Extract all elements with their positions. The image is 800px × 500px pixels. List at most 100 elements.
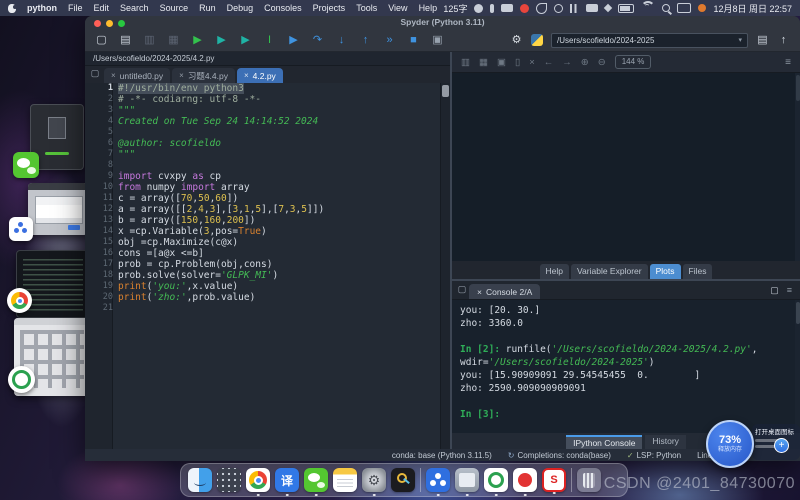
search-icon[interactable]: [662, 4, 670, 12]
close-tab-icon[interactable]: ×: [179, 71, 184, 80]
code-area[interactable]: 1#!/usr/bin/env python32# -*- codiarng: …: [86, 83, 450, 449]
dock-notes-icon[interactable]: [333, 468, 357, 492]
menu-consoles[interactable]: Consoles: [264, 3, 302, 13]
menu-file[interactable]: File: [68, 3, 83, 13]
dock-settings-icon[interactable]: ⚙: [362, 468, 386, 492]
dock-keychain-icon[interactable]: [391, 468, 415, 492]
plots-options-menu-icon[interactable]: ≡: [785, 57, 791, 68]
copy-plot-icon[interactable]: ▣: [497, 57, 506, 68]
user-icon[interactable]: [474, 4, 483, 13]
console-output[interactable]: you: [20. 30.]zho: 3360.0 In [2]: runfil…: [452, 300, 800, 433]
plots-zoom-level[interactable]: 144 %: [615, 55, 652, 69]
dock-launchpad-icon[interactable]: [217, 468, 241, 492]
editor-scrollbar[interactable]: [440, 83, 450, 449]
step-out-icon[interactable]: ↑: [359, 29, 372, 51]
zoom-in-icon[interactable]: ⊕: [581, 57, 589, 68]
window-titlebar[interactable]: Spyder (Python 3.11): [85, 16, 800, 29]
mic-icon[interactable]: [490, 4, 494, 13]
nutstore-badge-icon[interactable]: [9, 217, 33, 241]
editor-tab-习题4-4-py[interactable]: ×习题4.4.py: [172, 68, 235, 83]
menu-source[interactable]: Source: [160, 3, 189, 13]
stop-debug-icon[interactable]: ■: [407, 29, 420, 51]
bluetooth-icon[interactable]: [604, 4, 612, 12]
editor-scrollbar-thumb[interactable]: [442, 85, 449, 97]
console-scrollbar[interactable]: [795, 300, 800, 433]
run-selection-icon[interactable]: I: [263, 29, 276, 51]
popup-title[interactable]: 打开桌面图标: [755, 426, 797, 436]
input-method-indicator[interactable]: 125字: [443, 2, 467, 15]
close-console-icon[interactable]: ×: [477, 287, 482, 297]
dock-green-app-icon[interactable]: [484, 468, 508, 492]
run-cell-icon[interactable]: ▶: [215, 29, 228, 51]
editor-tab-4-2-py[interactable]: ×4.2.py: [237, 68, 283, 83]
dock-wechat-icon[interactable]: [304, 468, 328, 492]
continue-execution-icon[interactable]: »: [383, 29, 396, 51]
browse-directory-icon[interactable]: ▤: [756, 29, 769, 51]
wifi-icon[interactable]: [641, 1, 655, 15]
close-tab-icon[interactable]: ×: [111, 71, 116, 80]
dock-gallery-app-icon[interactable]: [455, 468, 479, 492]
browse-tabs-icon[interactable]: ▢: [88, 68, 102, 81]
dock-finder-icon[interactable]: [188, 468, 212, 492]
console-browse-tabs-icon[interactable]: ▢: [455, 284, 469, 297]
chrome-badge-icon[interactable]: [7, 288, 32, 313]
cloud-icon[interactable]: [554, 4, 563, 13]
previous-plot-icon[interactable]: ←: [544, 57, 554, 68]
dock-translator-icon[interactable]: 译: [275, 468, 299, 492]
step-over-icon[interactable]: ↷: [311, 29, 324, 51]
keyboard-icon[interactable]: [501, 4, 513, 12]
next-plot-icon[interactable]: →: [562, 57, 572, 68]
remove-plot-icon[interactable]: ▯: [515, 57, 520, 68]
console-options-menu-icon[interactable]: ≡: [787, 285, 792, 296]
save-icon[interactable]: ▥: [143, 29, 156, 51]
remove-all-plots-icon[interactable]: ×: [529, 57, 535, 68]
close-tab-icon[interactable]: ×: [244, 71, 249, 80]
columns-icon[interactable]: [570, 4, 579, 13]
save-all-icon[interactable]: ▦: [167, 29, 180, 51]
widget-add-button[interactable]: +: [774, 438, 789, 453]
python-path-icon[interactable]: [531, 34, 543, 46]
apple-menu-icon[interactable]: [8, 4, 16, 13]
save-all-plots-icon[interactable]: ▦: [479, 57, 488, 68]
maximize-pane-icon[interactable]: ▣: [431, 29, 444, 51]
code-editor[interactable]: 1#!/usr/bin/env python32# -*- codiarng: …: [85, 83, 450, 449]
dock-chrome-icon[interactable]: [246, 468, 270, 492]
plots-scrollbar-thumb[interactable]: [796, 75, 800, 101]
working-directory-select[interactable]: /Users/scofieldo/2024-2025 ▾: [551, 33, 748, 48]
zoom-window-button[interactable]: [118, 20, 125, 27]
open-file-icon[interactable]: ▤: [119, 29, 132, 51]
run-file-icon[interactable]: ▶: [191, 29, 204, 51]
conda-env-status[interactable]: conda: base (Python 3.11.5): [392, 451, 492, 460]
plots-content[interactable]: [452, 73, 800, 261]
tab-variable-explorer[interactable]: Variable Explorer: [571, 264, 648, 279]
shapes-icon[interactable]: [536, 3, 547, 14]
dock-ks-app-icon[interactable]: S: [542, 468, 566, 492]
dock-cloud-app-icon[interactable]: [426, 468, 450, 492]
close-window-button[interactable]: [94, 20, 101, 27]
tab-plots[interactable]: Plots: [650, 264, 681, 279]
menu-projects[interactable]: Projects: [313, 3, 346, 13]
display-icon[interactable]: [677, 3, 691, 13]
record-icon[interactable]: [520, 4, 529, 13]
zoom-out-icon[interactable]: ⊖: [598, 57, 606, 68]
green-app-badge-icon[interactable]: [8, 366, 35, 393]
editor-tab-untitled0-py[interactable]: ×untitled0.py: [104, 68, 170, 83]
console-scrollbar-thumb[interactable]: [796, 302, 800, 324]
inspect-object-icon[interactable]: ▢: [770, 285, 779, 296]
thumbnail-dialog-window[interactable]: [28, 183, 88, 235]
dock-red-apple-app-icon[interactable]: [513, 468, 537, 492]
minimize-window-button[interactable]: [106, 20, 113, 27]
tab-ipython-console[interactable]: IPython Console: [566, 435, 642, 449]
step-into-icon[interactable]: ↓: [335, 29, 348, 51]
menu-run[interactable]: Run: [199, 3, 216, 13]
preferences-wrench-icon[interactable]: ⚙: [510, 29, 523, 51]
tab-history[interactable]: History: [645, 435, 685, 449]
memory-cleaner-widget[interactable]: 73% 释放内存: [706, 420, 754, 468]
menu-debug[interactable]: Debug: [227, 3, 254, 13]
menu-help[interactable]: Help: [419, 3, 438, 13]
lsp-status[interactable]: ✓ LSP: Python: [627, 451, 681, 460]
menu-app-name[interactable]: python: [27, 3, 57, 13]
menu-tools[interactable]: Tools: [356, 3, 377, 13]
battery-icon[interactable]: [618, 4, 634, 13]
menu-datetime[interactable]: 12月8日 周日 22:57: [713, 2, 792, 15]
